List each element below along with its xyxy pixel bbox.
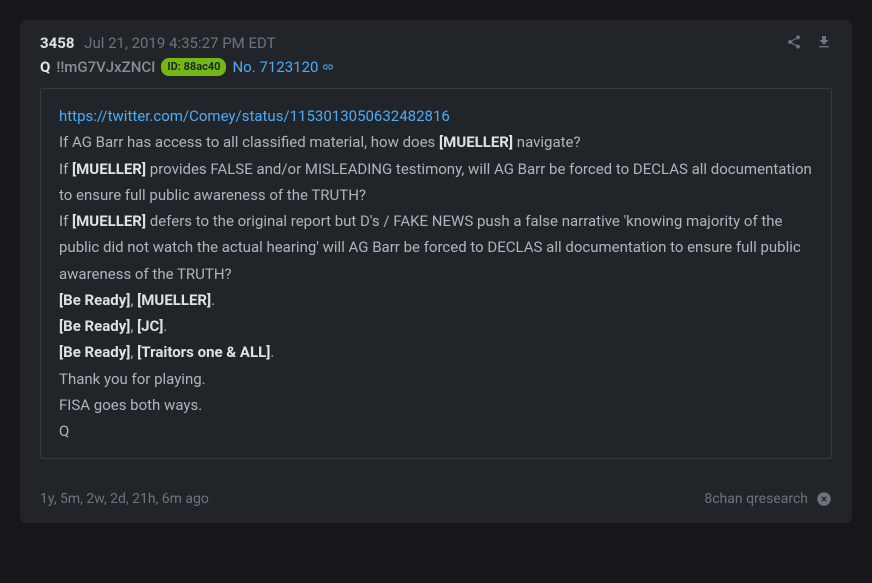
body-text: . bbox=[163, 317, 167, 335]
bold-jc: [JC] bbox=[137, 317, 163, 335]
bold-traitors: [Traitors one & ALL] bbox=[137, 343, 270, 361]
bold-beready: [Be Ready] bbox=[59, 343, 130, 361]
body-text: If bbox=[59, 212, 72, 230]
bold-mueller: [MUELLER] bbox=[72, 160, 146, 178]
post-number[interactable]: 3458 bbox=[40, 34, 74, 52]
body-text: If bbox=[59, 160, 72, 178]
body-text: FISA goes both ways. bbox=[59, 396, 202, 414]
footer-source: 8chan qresearch bbox=[704, 491, 832, 507]
header-actions bbox=[786, 34, 832, 50]
body-signature: Q bbox=[59, 422, 69, 440]
body-text: defers to the original report but D's / … bbox=[59, 212, 801, 283]
post-body: https://twitter.com/Comey/status/1153013… bbox=[40, 88, 832, 459]
bold-beready: [Be Ready] bbox=[59, 291, 130, 309]
bold-beready: [Be Ready] bbox=[59, 317, 130, 335]
post-no-link[interactable]: No. 7123120 bbox=[232, 58, 334, 76]
post-card: 3458 Jul 21, 2019 4:35:27 PM EDT Q !!mG7… bbox=[20, 20, 852, 523]
bold-mueller: [MUELLER] bbox=[72, 212, 146, 230]
q-label: Q bbox=[40, 58, 50, 76]
source-label[interactable]: 8chan qresearch bbox=[704, 491, 808, 507]
body-link[interactable]: https://twitter.com/Comey/status/1153013… bbox=[59, 107, 450, 125]
download-icon[interactable] bbox=[816, 34, 832, 50]
timestamp: Jul 21, 2019 4:35:27 PM EDT bbox=[84, 34, 275, 52]
body-text: . bbox=[211, 291, 215, 309]
share-icon[interactable] bbox=[786, 34, 802, 50]
body-text: . bbox=[270, 343, 274, 361]
body-text: navigate? bbox=[513, 133, 581, 151]
tripcode: !!mG7VJxZNCI bbox=[56, 58, 155, 76]
body-text: Thank you for playing. bbox=[59, 370, 206, 388]
id-badge: ID: 88ac40 bbox=[161, 58, 226, 75]
post-header: 3458 Jul 21, 2019 4:35:27 PM EDT Q !!mG7… bbox=[20, 20, 852, 88]
body-text: If AG Barr has access to all classified … bbox=[59, 133, 439, 151]
bold-mueller: [MUELLER] bbox=[137, 291, 211, 309]
header-row-2: Q !!mG7VJxZNCI ID: 88ac40 No. 7123120 bbox=[40, 58, 832, 76]
header-row-1: 3458 Jul 21, 2019 4:35:27 PM EDT bbox=[40, 34, 832, 52]
body-text: provides FALSE and/or MISLEADING testimo… bbox=[59, 160, 812, 204]
relative-time: 1y, 5m, 2w, 2d, 21h, 6m ago bbox=[40, 491, 209, 507]
post-footer: 1y, 5m, 2w, 2d, 21h, 6m ago 8chan qresea… bbox=[20, 479, 852, 523]
bold-mueller: [MUELLER] bbox=[439, 133, 513, 151]
link-icon bbox=[322, 61, 334, 73]
close-icon[interactable] bbox=[816, 491, 832, 507]
